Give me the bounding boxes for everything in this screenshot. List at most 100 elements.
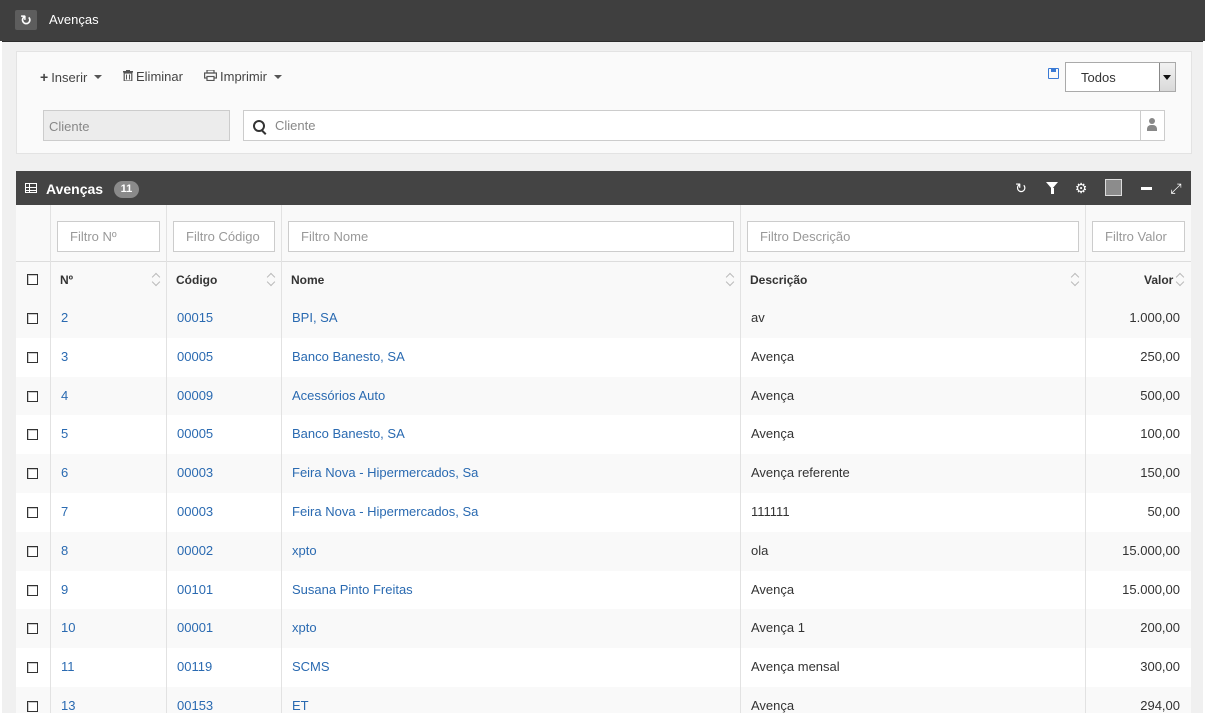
- column-codigo[interactable]: Código: [176, 273, 217, 287]
- cell-numero[interactable]: 7: [61, 504, 68, 519]
- cell-numero[interactable]: 5: [61, 426, 68, 441]
- table-row[interactable]: 13 00153 ET Avença 294,00: [16, 687, 1191, 713]
- cell-numero[interactable]: 3: [61, 349, 68, 364]
- cell-nome[interactable]: xpto: [292, 620, 317, 635]
- table-row[interactable]: 11 00119 SCMS Avença mensal 300,00: [16, 648, 1191, 688]
- table-row[interactable]: 6 00003 Feira Nova - Hipermercados, Sa Aven…: [16, 454, 1191, 494]
- cell-nome[interactable]: xpto: [292, 543, 317, 558]
- row-checkbox[interactable]: [27, 545, 38, 557]
- table-row[interactable]: 8 00002 xpto ola 15.000,00: [16, 531, 1191, 572]
- refresh-icon[interactable]: ↻: [1013, 180, 1029, 196]
- cell-codigo[interactable]: 00002: [177, 543, 213, 558]
- table-row[interactable]: 4 00009 Acessórios Auto Avença 500,00: [16, 376, 1191, 417]
- cell-numero[interactable]: 11: [61, 659, 75, 674]
- filter-select-value: Todos: [1081, 70, 1116, 85]
- cell-nome[interactable]: BPI, SA: [292, 310, 338, 325]
- row-checkbox[interactable]: [27, 701, 38, 712]
- cell-descricao: Avença: [751, 698, 795, 713]
- cell-codigo[interactable]: 00153: [177, 698, 213, 713]
- row-checkbox[interactable]: [27, 313, 38, 324]
- gear-icon[interactable]: ⚙: [1073, 180, 1089, 196]
- table-row[interactable]: 5 00005 Banco Banesto, SA Avença 100,00: [16, 415, 1191, 456]
- sort-icon[interactable]: [266, 272, 276, 286]
- person-lookup-button[interactable]: [1140, 111, 1164, 140]
- cell-codigo[interactable]: 00015: [177, 310, 213, 325]
- row-checkbox[interactable]: [27, 429, 38, 441]
- row-checkbox[interactable]: [27, 468, 38, 480]
- cell-codigo[interactable]: 00119: [177, 659, 212, 674]
- cell-codigo[interactable]: 00005: [177, 349, 213, 364]
- table-row[interactable]: 2 00015 BPI, SA av 1.000,00: [16, 299, 1191, 339]
- column-nome[interactable]: Nome: [291, 273, 324, 287]
- row-checkbox[interactable]: [27, 662, 38, 674]
- cell-codigo[interactable]: 00005: [177, 426, 213, 441]
- cell-numero[interactable]: 6: [61, 465, 68, 480]
- row-checkbox[interactable]: [27, 390, 38, 402]
- panel-header: Avenças 11 ↻ ⚙ ⤢: [16, 171, 1191, 205]
- filter-nome-input[interactable]: Filtro Nome: [288, 221, 734, 252]
- sort-icon[interactable]: [151, 272, 161, 286]
- cell-numero[interactable]: 9: [61, 582, 68, 597]
- cell-codigo[interactable]: 00003: [177, 465, 213, 480]
- cell-valor: 15.000,00: [1122, 542, 1180, 558]
- delete-button[interactable]: Eliminar: [123, 69, 183, 84]
- print-icon: [204, 69, 218, 84]
- cell-numero[interactable]: 4: [61, 388, 68, 403]
- cell-nome[interactable]: SCMS: [292, 659, 330, 674]
- column-numero[interactable]: Nº: [60, 273, 73, 287]
- refresh-icon[interactable]: ↻: [15, 10, 37, 30]
- cell-nome[interactable]: Susana Pinto Freitas: [292, 582, 413, 597]
- cell-nome[interactable]: Feira Nova - Hipermercados, Sa: [292, 504, 478, 519]
- plus-icon: +: [40, 69, 49, 85]
- filter-select[interactable]: Todos: [1065, 62, 1176, 92]
- client-search-input[interactable]: Cliente: [243, 110, 1165, 141]
- sort-icon[interactable]: [1175, 272, 1185, 286]
- print-button[interactable]: Imprimir: [204, 69, 282, 84]
- column-divider: [281, 205, 282, 713]
- column-valor[interactable]: Valor: [1144, 273, 1173, 287]
- insert-button[interactable]: + Inserir: [40, 69, 103, 85]
- filter-numero-input[interactable]: Filtro Nº: [57, 221, 160, 252]
- table-row[interactable]: 9 00101 Susana Pinto Freitas Avença 15.000,0…: [16, 570, 1191, 611]
- cell-numero[interactable]: 8: [61, 543, 68, 558]
- cell-nome[interactable]: Banco Banesto, SA: [292, 349, 405, 364]
- column-descricao[interactable]: Descrição: [750, 273, 807, 287]
- cell-nome[interactable]: Feira Nova - Hipermercados, Sa: [292, 465, 478, 480]
- row-checkbox[interactable]: [27, 623, 38, 635]
- cell-numero[interactable]: 2: [61, 310, 68, 325]
- toolbar-panel: + Inserir Eliminar Imprimir Todos Client…: [16, 51, 1192, 154]
- cell-nome[interactable]: Acessórios Auto: [292, 388, 385, 403]
- cell-numero[interactable]: 13: [61, 698, 75, 713]
- expand-icon[interactable]: ⤢: [1168, 180, 1184, 196]
- cell-descricao: Avença 1: [751, 620, 805, 636]
- sort-icon[interactable]: [725, 272, 735, 286]
- select-all-checkbox[interactable]: [27, 274, 38, 285]
- table-row[interactable]: 3 00005 Banco Banesto, SA Avença 250,00: [16, 337, 1191, 378]
- filter-icon[interactable]: [1046, 182, 1058, 194]
- row-checkbox[interactable]: [27, 351, 38, 363]
- table-icon: [25, 183, 37, 193]
- filter-codigo-input[interactable]: Filtro Código: [173, 221, 275, 252]
- cell-codigo[interactable]: 00101: [177, 582, 213, 597]
- filter-descricao-input[interactable]: Filtro Descrição: [747, 221, 1079, 252]
- sort-icon[interactable]: [1070, 272, 1080, 286]
- chevron-down-icon[interactable]: [1159, 63, 1175, 91]
- cell-numero[interactable]: 10: [61, 620, 75, 635]
- top-bar: ↻ Avenças: [0, 0, 1205, 42]
- cell-codigo[interactable]: 00003: [177, 504, 213, 519]
- client-code-field[interactable]: Cliente: [43, 110, 230, 141]
- cell-valor: 150,00: [1140, 465, 1180, 481]
- cell-codigo[interactable]: 00009: [177, 388, 213, 403]
- cell-nome[interactable]: ET: [292, 698, 309, 713]
- save-icon[interactable]: [1048, 68, 1059, 79]
- row-checkbox[interactable]: [27, 584, 38, 596]
- cell-valor: 50,00: [1147, 504, 1180, 519]
- table-row[interactable]: 7 00003 Feira Nova - Hipermercados, Sa 1111…: [16, 493, 1191, 533]
- cell-nome[interactable]: Banco Banesto, SA: [292, 426, 405, 441]
- row-checkbox[interactable]: [27, 507, 38, 518]
- cell-codigo[interactable]: 00001: [177, 620, 213, 635]
- table-row[interactable]: 10 00001 xpto Avença 1 200,00: [16, 609, 1191, 650]
- minus-icon[interactable]: [1141, 187, 1152, 190]
- filter-valor-input[interactable]: Filtro Valor: [1092, 221, 1185, 252]
- color-square-icon[interactable]: [1105, 179, 1122, 196]
